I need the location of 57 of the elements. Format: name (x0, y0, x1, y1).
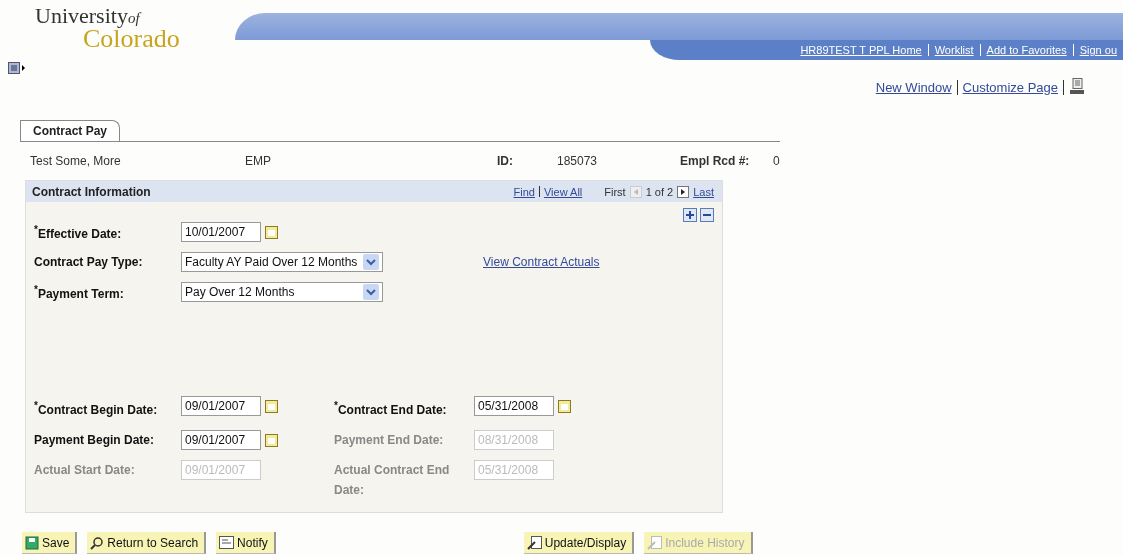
panel-link[interactable]: Find (513, 185, 535, 198)
toolbar-button[interactable]: Return to Search (87, 532, 207, 554)
menu-toggle-icon[interactable] (8, 62, 26, 74)
search-icon (90, 535, 105, 550)
add-row-icon[interactable] (683, 208, 697, 222)
record-label: Empl Rcd #: (680, 154, 751, 170)
page-link[interactable]: Customize Page (962, 79, 1058, 95)
id-label: ID: (497, 154, 514, 170)
page-link[interactable]: New Window (875, 79, 952, 95)
toolbar-button[interactable]: Notify (216, 532, 276, 554)
toolbar-button[interactable]: Save (22, 532, 78, 554)
dropdown-field[interactable]: Faculty AY Paid Over 12 Months (181, 252, 383, 272)
date-field[interactable]: 05/31/2008 (474, 396, 554, 416)
field-label: Actual Start Date: (34, 462, 136, 479)
first-label: First (604, 185, 626, 198)
logo-of: of (127, 10, 140, 26)
field-label: Payment End Date: (334, 432, 445, 449)
field-label: Actual Contract End Date: (334, 462, 451, 499)
view-actuals-link[interactable]: View Contract Actuals (383, 255, 714, 269)
header-link[interactable]: Add to Favorites (980, 44, 1073, 56)
field-label: Contract Pay Type: (34, 255, 144, 269)
page-tab[interactable]: Contract Pay (20, 120, 121, 141)
toolbar-button[interactable]: Update/Display (523, 532, 635, 554)
logo-university: University (35, 3, 128, 28)
calendar-icon[interactable] (265, 433, 278, 447)
record-value: 0 (773, 154, 781, 170)
calendar-icon[interactable] (265, 225, 278, 239)
employee-name: Test Some, More (30, 154, 122, 170)
field-label: $^{*}$Contract Begin Date: (34, 399, 159, 419)
panel-title: Contract Information (32, 184, 151, 199)
date-field[interactable]: 09/01/2007 (181, 430, 261, 450)
dropdown-field[interactable]: Pay Over 12 Months (181, 282, 383, 302)
header-link[interactable]: HR89TEST T PPL Home (794, 44, 928, 56)
date-field[interactable]: 10/01/2007 (181, 222, 261, 242)
id-value: 185073 (557, 154, 599, 170)
date-field: 08/31/2008 (474, 430, 554, 450)
employee-type: EMP (245, 154, 272, 170)
date-field: 05/31/2008 (474, 460, 554, 480)
note-icon (219, 536, 235, 549)
last-link[interactable]: Last (693, 185, 714, 198)
http-page-icon[interactable] (1069, 78, 1085, 96)
header-link[interactable]: Worklist (928, 44, 980, 56)
panel-link[interactable]: View All (543, 185, 583, 198)
calendar-icon[interactable] (265, 399, 278, 413)
date-field: 09/01/2007 (181, 460, 261, 480)
date-field[interactable]: 09/01/2007 (181, 396, 261, 416)
calendar-icon[interactable] (558, 399, 571, 413)
field-label: $^{*}$Payment Term: (34, 283, 125, 301)
header-link[interactable]: Sign ou (1073, 44, 1123, 56)
field-label: $^{*}$Contract End Date: (334, 399, 448, 419)
pencil-page-icon (526, 535, 542, 550)
field-label: Payment Begin Date: (34, 432, 156, 449)
record-count: 1 of 2 (645, 185, 674, 198)
field-label: $^{*}$Effective Date: (34, 223, 123, 241)
delete-row-icon[interactable] (700, 208, 714, 222)
pencil-page-icon (647, 535, 663, 550)
logo-colorado: Colorado (83, 27, 181, 51)
